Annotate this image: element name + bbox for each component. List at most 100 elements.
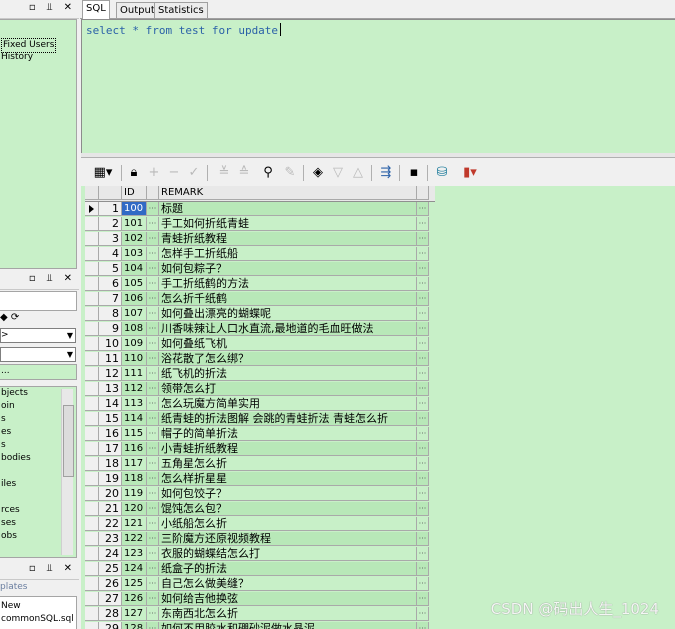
row-indicator[interactable] bbox=[85, 352, 99, 366]
cell-editor-button[interactable]: ··· bbox=[417, 382, 429, 396]
cell-editor-button[interactable]: ··· bbox=[147, 232, 159, 246]
cell-remark[interactable]: 馄饨怎么包？ bbox=[159, 502, 417, 516]
cell-id[interactable]: 100 bbox=[122, 202, 147, 216]
cell-editor-button[interactable]: ··· bbox=[417, 202, 429, 216]
table-row[interactable]: 29 128 ··· 如何不用胶水和硼砂泥做水晶泥 ··· bbox=[85, 622, 435, 629]
table-row[interactable]: 23 122 ··· 三阶魔方还原视频教程 ··· bbox=[85, 532, 435, 547]
row-indicator[interactable] bbox=[85, 307, 99, 321]
row-number[interactable]: 2 bbox=[99, 217, 122, 231]
row-indicator[interactable] bbox=[85, 487, 99, 501]
cell-editor-button[interactable]: ··· bbox=[417, 292, 429, 306]
table-row[interactable]: 13 112 ··· 领带怎么打 ··· bbox=[85, 382, 435, 397]
cell-editor-button[interactable]: ··· bbox=[147, 352, 159, 366]
cell-editor-button[interactable]: ··· bbox=[417, 442, 429, 456]
cell-editor-button[interactable]: ··· bbox=[417, 277, 429, 291]
panel-window-buttons[interactable]: ▫ ⫫ ✕ bbox=[29, 563, 76, 574]
cell-editor-button[interactable]: ··· bbox=[147, 577, 159, 591]
cell-editor-button[interactable]: ··· bbox=[417, 577, 429, 591]
table-row[interactable]: 20 119 ··· 如何包饺子？ ··· bbox=[85, 487, 435, 502]
scrollbar-thumb[interactable] bbox=[63, 405, 74, 477]
list-item[interactable]: Fixed Users bbox=[0, 38, 76, 53]
tab-sql[interactable]: SQL bbox=[82, 0, 110, 19]
table-row[interactable]: 16 115 ··· 帽子的简单折法 ··· bbox=[85, 427, 435, 442]
cell-id[interactable]: 122 bbox=[122, 532, 147, 546]
tab-statistics[interactable]: Statistics bbox=[154, 2, 208, 18]
cell-editor-button[interactable]: ··· bbox=[147, 412, 159, 426]
database-icon[interactable]: ⛁ bbox=[433, 164, 451, 182]
row-indicator[interactable] bbox=[85, 292, 99, 306]
filter-clear-icon[interactable]: ≙ bbox=[235, 164, 253, 182]
cell-remark[interactable]: 手工折纸鹤的方法 bbox=[159, 277, 417, 291]
cell-editor-button[interactable]: ··· bbox=[147, 547, 159, 561]
table-row[interactable]: 6 105 ··· 手工折纸鹤的方法 ··· bbox=[85, 277, 435, 292]
row-indicator[interactable] bbox=[85, 532, 99, 546]
cell-remark[interactable]: 如何给吉他换弦 bbox=[159, 592, 417, 606]
cell-id[interactable]: 113 bbox=[122, 397, 147, 411]
cell-editor-button[interactable]: ··· bbox=[147, 562, 159, 576]
cell-id[interactable]: 110 bbox=[122, 352, 147, 366]
row-indicator[interactable] bbox=[85, 247, 99, 261]
list-item[interactable]: New bbox=[0, 600, 76, 613]
cell-editor-button[interactable]: ··· bbox=[417, 457, 429, 471]
cell-editor-button[interactable]: ··· bbox=[147, 337, 159, 351]
tab-templates[interactable]: plates bbox=[0, 582, 27, 592]
previous-page-icon[interactable]: △ bbox=[349, 164, 367, 182]
row-indicator[interactable] bbox=[85, 562, 99, 576]
cell-editor-button[interactable]: ··· bbox=[417, 307, 429, 321]
query-by-example-icon[interactable]: ◈ bbox=[309, 164, 327, 182]
row-number[interactable]: 10 bbox=[99, 337, 122, 351]
row-indicator[interactable] bbox=[85, 472, 99, 486]
cell-editor-button[interactable]: ··· bbox=[147, 217, 159, 231]
table-row[interactable]: 12 111 ··· 纸飞机的折法 ··· bbox=[85, 367, 435, 382]
row-number[interactable]: 29 bbox=[99, 622, 122, 629]
find-icon[interactable]: ⚲ bbox=[259, 164, 277, 182]
cell-editor-button[interactable]: ··· bbox=[417, 607, 429, 621]
next-page-icon[interactable]: ▽ bbox=[329, 164, 347, 182]
row-indicator[interactable] bbox=[85, 382, 99, 396]
row-number[interactable]: 5 bbox=[99, 262, 122, 276]
objects-combo-1[interactable]: > ▼ bbox=[0, 328, 76, 343]
cell-remark[interactable]: 小纸船怎么折 bbox=[159, 517, 417, 531]
row-number[interactable]: 26 bbox=[99, 577, 122, 591]
table-row[interactable]: 1 100 ··· 标题 ··· bbox=[85, 202, 435, 217]
row-number[interactable]: 21 bbox=[99, 502, 122, 516]
cell-remark[interactable]: 东南西北怎么折 bbox=[159, 607, 417, 621]
cell-editor-button[interactable]: ··· bbox=[417, 232, 429, 246]
table-row[interactable]: 25 124 ··· 纸盒子的折法 ··· bbox=[85, 562, 435, 577]
cell-editor-button[interactable]: ··· bbox=[147, 292, 159, 306]
cell-id[interactable]: 120 bbox=[122, 502, 147, 516]
cell-remark[interactable]: 川香味辣让人口水直流,最地道的毛血旺做法 bbox=[159, 322, 417, 336]
objects-combo-2[interactable]: ▼ bbox=[0, 347, 76, 362]
cell-remark[interactable]: 如何包饺子？ bbox=[159, 487, 417, 501]
row-number[interactable]: 7 bbox=[99, 292, 122, 306]
cell-id[interactable]: 121 bbox=[122, 517, 147, 531]
filter-icon[interactable]: ≚ bbox=[215, 164, 233, 182]
row-indicator[interactable] bbox=[85, 337, 99, 351]
cell-remark[interactable]: 三阶魔方还原视频教程 bbox=[159, 532, 417, 546]
cell-editor-button[interactable]: ··· bbox=[417, 352, 429, 366]
panel-window-buttons[interactable]: ▫ ⫫ ✕ bbox=[29, 273, 76, 284]
cell-editor-button[interactable]: ··· bbox=[147, 262, 159, 276]
row-number[interactable]: 14 bbox=[99, 397, 122, 411]
cell-editor-button[interactable]: ··· bbox=[147, 487, 159, 501]
row-number[interactable]: 13 bbox=[99, 382, 122, 396]
cell-editor-button[interactable]: ··· bbox=[417, 412, 429, 426]
cell-remark[interactable]: 纸飞机的折法 bbox=[159, 367, 417, 381]
cell-remark[interactable]: 怎样手工折纸船 bbox=[159, 247, 417, 261]
row-indicator[interactable] bbox=[85, 457, 99, 471]
row-indicator[interactable] bbox=[85, 622, 99, 629]
cell-editor-button[interactable]: ··· bbox=[147, 307, 159, 321]
cell-editor-button[interactable]: ··· bbox=[417, 517, 429, 531]
cell-id[interactable]: 111 bbox=[122, 367, 147, 381]
table-row[interactable]: 4 103 ··· 怎样手工折纸船 ··· bbox=[85, 247, 435, 262]
cell-editor-button[interactable]: ··· bbox=[147, 592, 159, 606]
row-number[interactable]: 22 bbox=[99, 517, 122, 531]
cell-editor-button[interactable]: ··· bbox=[417, 337, 429, 351]
row-number[interactable]: 11 bbox=[99, 352, 122, 366]
table-row[interactable]: 14 113 ··· 怎么玩魔方简单实用 ··· bbox=[85, 397, 435, 412]
cell-editor-button[interactable]: ··· bbox=[147, 367, 159, 381]
objects-search-box[interactable] bbox=[0, 291, 77, 311]
add-record-icon[interactable]: + bbox=[145, 164, 163, 182]
cell-remark[interactable]: 小青蛙折纸教程 bbox=[159, 442, 417, 456]
row-number[interactable]: 12 bbox=[99, 367, 122, 381]
